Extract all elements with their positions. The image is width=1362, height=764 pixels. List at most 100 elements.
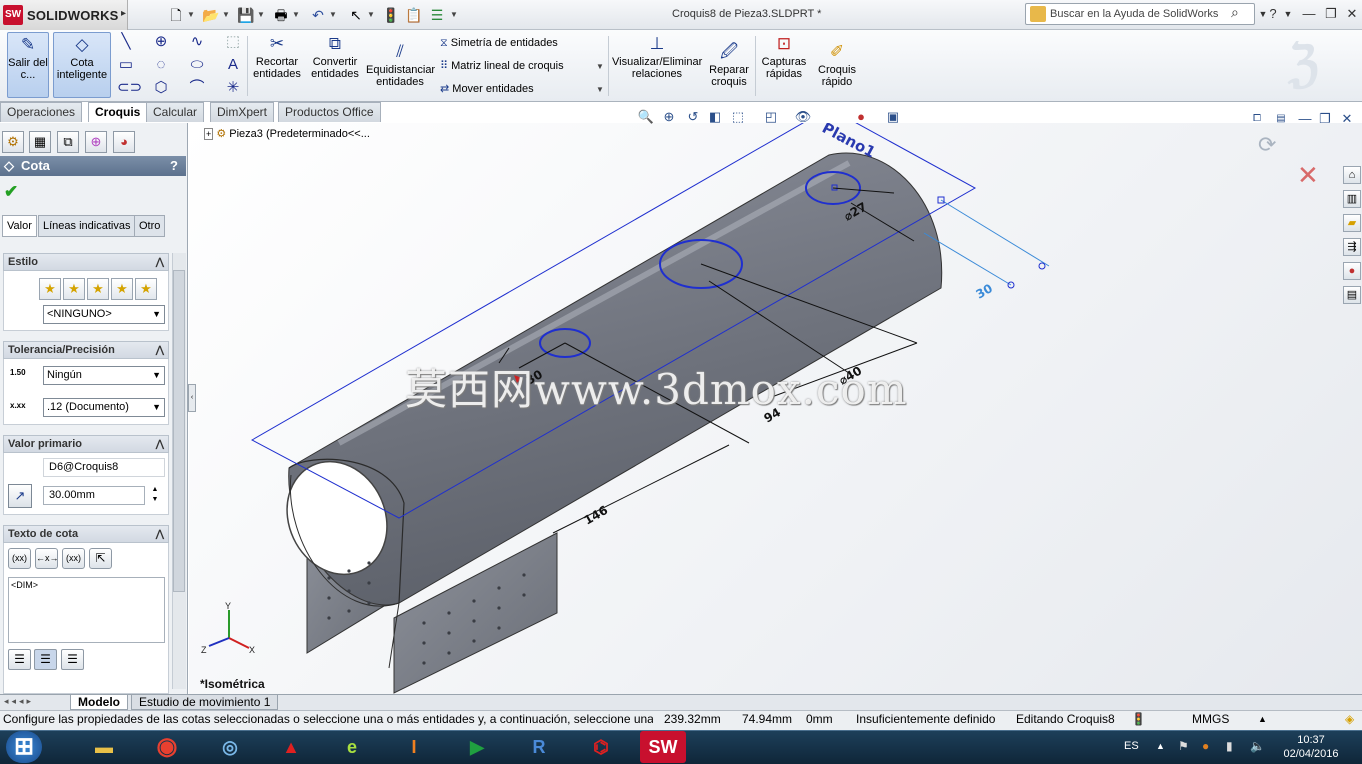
inspection-dimension-button[interactable]: (xx): [62, 548, 85, 569]
line-tool-icon[interactable]: ╲: [117, 33, 135, 51]
trim-entities-button[interactable]: ✂ Recortar entidades: [252, 32, 302, 98]
circle-tool-icon[interactable]: ⊕: [152, 33, 170, 51]
undo-dropdown-icon[interactable]: ▼: [328, 5, 338, 25]
feature-manager-icon[interactable]: ⚙: [2, 131, 24, 153]
display-relations-button[interactable]: ⊥ Visualizar/Eliminar relaciones: [612, 32, 702, 98]
rebuild-icon[interactable]: 🚦: [380, 5, 402, 25]
collapse-icon[interactable]: ⋀: [156, 436, 164, 453]
options-dropdown-icon[interactable]: ▼: [449, 5, 459, 25]
save-dropdown-icon[interactable]: ▼: [256, 5, 266, 25]
reverse-direction-icon[interactable]: ↗: [8, 484, 32, 508]
volume-icon[interactable]: 🔈: [1250, 739, 1265, 753]
edge-taskbar-icon[interactable]: e: [333, 731, 371, 763]
feature-tree-root[interactable]: + ⚙ Pieza3 (Predeterminado<<...: [204, 127, 370, 140]
mirror-entities-button[interactable]: ⧖ Simetría de entidades: [440, 33, 558, 53]
units-dropdown-icon[interactable]: ▲: [1258, 710, 1267, 730]
confirm-corner-icon[interactable]: ⟳: [1258, 132, 1276, 158]
home-icon[interactable]: ⌂: [1343, 166, 1361, 184]
convert-entities-button[interactable]: ⧉ Convertir entidades: [308, 32, 362, 98]
section-view-icon[interactable]: ◧: [706, 108, 724, 126]
apply-style-icon[interactable]: ★: [39, 278, 61, 300]
polygon-tool-icon[interactable]: ⬡: [152, 79, 170, 97]
library-icon[interactable]: ▥: [1343, 190, 1361, 208]
options-icon[interactable]: ☰: [426, 5, 448, 25]
ellipse-tool-icon[interactable]: ⬭: [188, 56, 206, 74]
scrollbar-thumb[interactable]: [173, 270, 185, 592]
open-folder-icon[interactable]: 📂: [200, 5, 222, 25]
viewport-tile-icon[interactable]: ⧠: [1248, 110, 1266, 128]
ok-check-icon[interactable]: ✔: [4, 182, 18, 202]
tag-icon[interactable]: ◈: [1345, 710, 1354, 730]
explorer-taskbar-icon[interactable]: ▬: [85, 731, 123, 763]
app-taskbar-icon[interactable]: ◎: [211, 731, 249, 763]
pdf-taskbar-icon[interactable]: ⌬: [582, 731, 620, 763]
project-taskbar-icon[interactable]: ▶: [458, 731, 496, 763]
style-select[interactable]: <NINGUNO> ▼: [43, 305, 165, 324]
offset-text-icon[interactable]: ⇱: [89, 548, 112, 569]
viewport-minimize-icon[interactable]: —: [1296, 110, 1314, 128]
tray-flag-icon[interactable]: ⚑: [1178, 739, 1189, 753]
new-dropdown-icon[interactable]: ▼: [186, 5, 196, 25]
repair-sketch-button[interactable]: 🖉 Reparar croquis: [706, 40, 752, 106]
select-cursor-icon[interactable]: ↖: [345, 5, 367, 25]
style-group-header[interactable]: Estilo ⋀: [3, 253, 169, 271]
view-palette-icon[interactable]: ⇶: [1343, 238, 1361, 256]
pattern-dropdown-icon[interactable]: ▼: [596, 62, 604, 71]
add-style-icon[interactable]: ★: [63, 278, 85, 300]
print-icon[interactable]: 🖶: [270, 5, 292, 25]
tray-arrow-icon[interactable]: ▲: [1156, 741, 1165, 751]
help-search-input[interactable]: Buscar en la Ayuda de SolidWorks ⌕: [1025, 3, 1255, 25]
tab-dimxpert[interactable]: DimXpert: [210, 102, 275, 122]
dimxpert-manager-icon[interactable]: ⊕: [85, 131, 107, 153]
quick-snaps-button[interactable]: ⊡ Capturas rápidas: [759, 32, 809, 98]
value-spinner[interactable]: ▲ ▼: [149, 485, 161, 507]
subtab-lineas[interactable]: Líneas indicativas: [38, 215, 136, 237]
tolerance-group-header[interactable]: Tolerancia/Precisión ⋀: [3, 341, 169, 359]
tab-croquis[interactable]: Croquis: [88, 102, 148, 122]
collapse-icon[interactable]: ⋀: [156, 254, 164, 271]
solidworks-taskbar-icon[interactable]: SW: [640, 731, 686, 763]
smart-dimension-button[interactable]: ◇ Cota inteligente: [53, 32, 111, 98]
appearance-icon[interactable]: ●: [852, 108, 870, 126]
collapse-icon[interactable]: ⋀: [156, 342, 164, 359]
collapse-icon[interactable]: ⋀: [156, 526, 164, 543]
display-style-icon[interactable]: ◰: [762, 108, 780, 126]
offset-entities-button[interactable]: ⫽ Equidistanciar entidades: [366, 40, 435, 106]
point-tool-icon[interactable]: ✳: [224, 79, 242, 97]
construction-icon[interactable]: ⬚: [224, 33, 242, 51]
save-icon[interactable]: 💾: [235, 5, 257, 25]
solidworks-menu[interactable]: SW SOLIDWORKS ▸: [0, 0, 128, 30]
panel-collapse-handle[interactable]: ‹: [188, 384, 196, 412]
help-icon[interactable]: ?: [1262, 4, 1284, 24]
subtab-valor[interactable]: Valor: [2, 215, 37, 237]
language-indicator[interactable]: ES: [1124, 740, 1139, 752]
chrome-taskbar-icon[interactable]: ◉: [148, 731, 186, 763]
explorer-icon[interactable]: ▰: [1343, 214, 1361, 232]
viewport-split-icon[interactable]: ▤: [1272, 110, 1290, 128]
taskbar-clock[interactable]: 10:37 02/04/2016: [1282, 733, 1340, 761]
custom-props-icon[interactable]: ▤: [1343, 286, 1361, 304]
scene-icon[interactable]: ▣: [884, 108, 902, 126]
primary-value-group-header[interactable]: Valor primario ⋀: [3, 435, 169, 453]
dim-30-selected[interactable]: 30: [974, 281, 995, 301]
move-entities-button[interactable]: ⇄ Mover entidades: [440, 79, 534, 99]
viewport-close-icon[interactable]: ✕: [1338, 110, 1356, 128]
select-dropdown-icon[interactable]: ▼: [366, 5, 376, 25]
center-dimension-button[interactable]: ←x→: [35, 548, 59, 569]
spline-tool-icon[interactable]: ∿: [188, 33, 206, 51]
exit-sketch-button[interactable]: ✎ Salir del c...: [7, 32, 49, 98]
tolerance-type-select[interactable]: Ningún ▼: [43, 366, 165, 385]
configuration-manager-icon[interactable]: ⧉: [57, 131, 79, 153]
property-manager-icon[interactable]: ▦: [29, 131, 51, 153]
save-style-icon[interactable]: ★: [111, 278, 133, 300]
linear-pattern-button[interactable]: ⠿ Matriz lineal de croquis: [440, 56, 564, 76]
cancel-corner-icon[interactable]: ✕: [1297, 160, 1319, 191]
start-button-icon[interactable]: ⊞: [6, 731, 42, 763]
close-icon[interactable]: ✕: [1341, 4, 1362, 24]
network-icon[interactable]: ▮: [1226, 739, 1233, 753]
dimension-value-input[interactable]: 30.00mm: [43, 486, 145, 505]
inventor-taskbar-icon[interactable]: I: [395, 731, 433, 763]
rebuild-status-icon[interactable]: 🚦: [1131, 710, 1146, 730]
restore-icon[interactable]: ❐: [1320, 4, 1342, 24]
rectangle-tool-icon[interactable]: ▭: [117, 56, 135, 74]
